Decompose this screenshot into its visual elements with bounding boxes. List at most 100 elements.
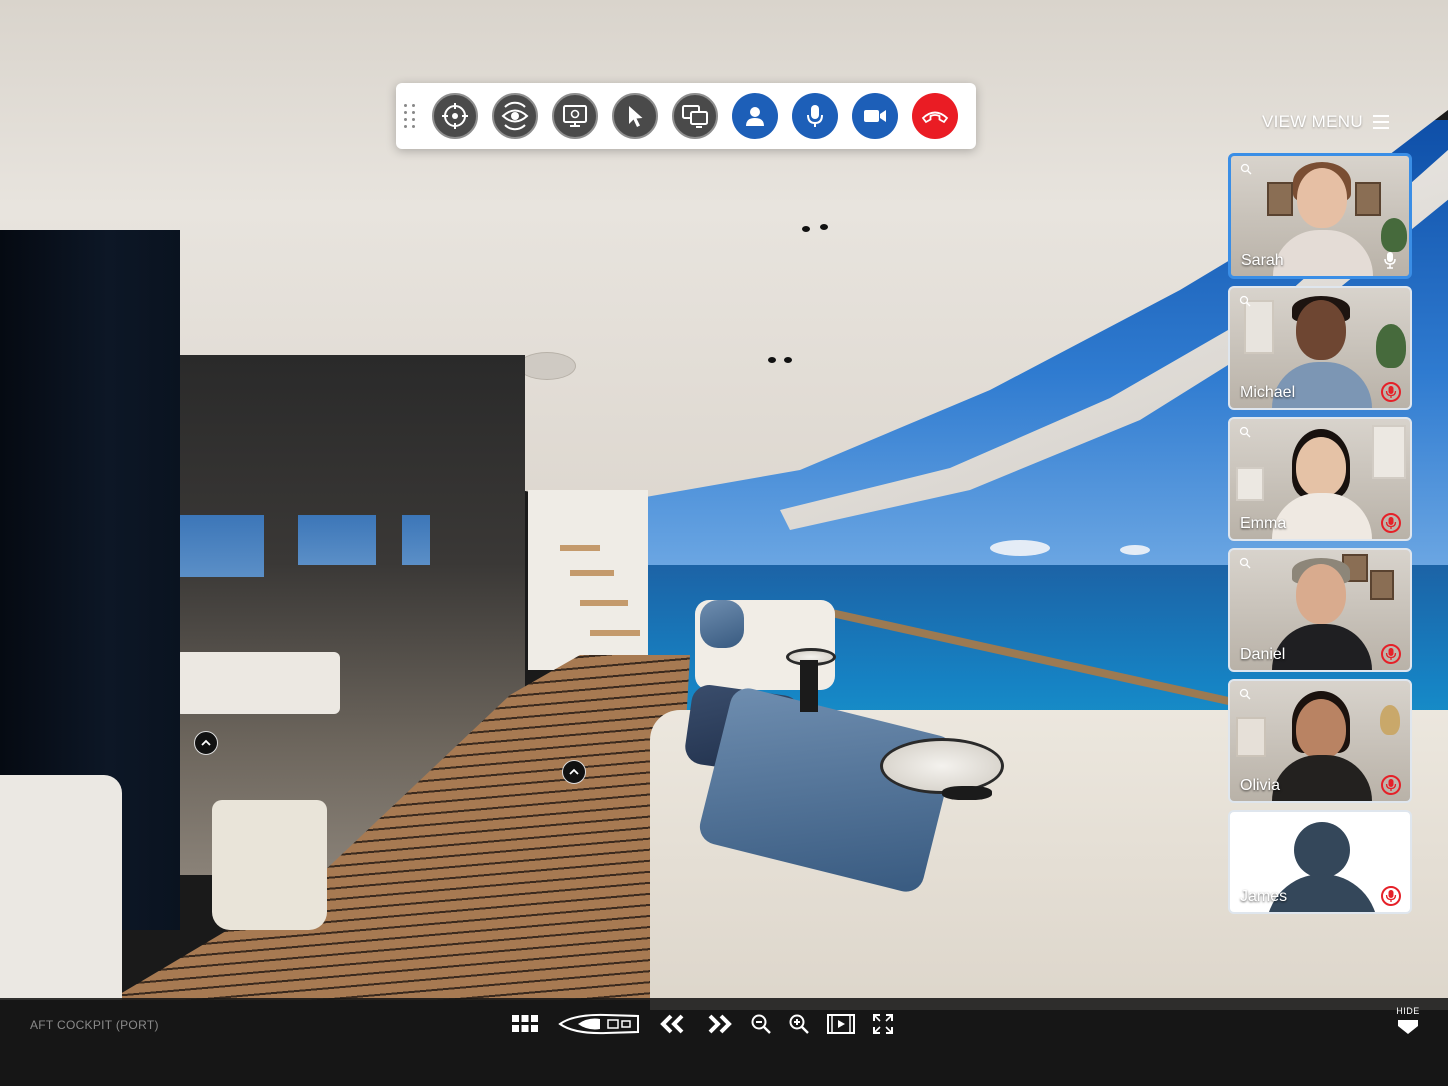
hamburger-icon <box>1372 115 1389 129</box>
window <box>1372 425 1406 479</box>
participant-name: Emma <box>1240 515 1287 532</box>
screen-view-button[interactable] <box>552 93 598 139</box>
shelf <box>1236 717 1266 757</box>
zoom-icon[interactable] <box>1240 163 1252 175</box>
nav-hotspot-salon[interactable] <box>194 731 218 755</box>
muted-microphone-icon <box>1385 386 1397 398</box>
ceiling-speaker <box>518 352 576 380</box>
location-label: AFT COCKPIT (PORT) <box>30 1018 159 1032</box>
participant-tile-james[interactable]: James <box>1228 810 1412 914</box>
shelf <box>1236 467 1264 501</box>
target-button[interactable] <box>432 93 478 139</box>
participant-face <box>1296 564 1346 624</box>
next-icon <box>708 1014 732 1034</box>
muted-microphone-icon <box>1385 517 1397 529</box>
cloud <box>990 540 1050 556</box>
plant <box>1381 218 1407 252</box>
follow-view-button[interactable] <box>492 93 538 139</box>
zoom-icon[interactable] <box>1239 295 1251 307</box>
view-menu-button[interactable]: VIEW MENU <box>1262 112 1389 132</box>
view-menu-label: VIEW MENU <box>1262 112 1363 131</box>
salon-window <box>178 515 264 577</box>
mic-muted-status <box>1381 644 1401 664</box>
plant <box>1376 324 1406 368</box>
participant-name: Michael <box>1240 384 1296 401</box>
mic-muted-status <box>1381 513 1401 533</box>
chevron-up-icon <box>201 739 211 746</box>
participant-face <box>1296 300 1346 360</box>
wall-art <box>1370 570 1394 600</box>
user-icon <box>746 107 764 126</box>
zoom-icon[interactable] <box>1239 557 1251 569</box>
lamp <box>1380 705 1400 735</box>
salon-window <box>402 515 430 565</box>
hide-bar-button[interactable]: HIDE <box>1392 1006 1424 1041</box>
salon-window <box>298 515 376 565</box>
microphone-button[interactable] <box>792 93 838 139</box>
salon-sofa <box>175 652 340 714</box>
participant-tile-sarah[interactable]: Sarah <box>1228 153 1412 279</box>
wall-art <box>1267 182 1293 216</box>
target-icon <box>442 103 468 129</box>
yacht-plan-icon <box>558 1013 639 1035</box>
yacht-plan-button[interactable] <box>556 1012 642 1036</box>
call-toolbar <box>396 83 976 149</box>
pointer-icon <box>629 106 643 127</box>
participant-tile-olivia[interactable]: Olivia <box>1228 679 1412 803</box>
stairs <box>528 490 648 670</box>
zoom-out-icon <box>751 1014 771 1034</box>
avatar-placeholder <box>1294 822 1350 878</box>
fullscreen-icon <box>873 1014 893 1034</box>
nav-hotspot-deck[interactable] <box>562 760 586 784</box>
zoom-icon[interactable] <box>1239 426 1251 438</box>
slideshow-button[interactable] <box>826 1013 856 1035</box>
participant-face <box>1296 437 1346 497</box>
stair-step <box>560 545 600 551</box>
next-scene-button[interactable] <box>704 1013 734 1035</box>
participant-tile-daniel[interactable]: Daniel <box>1228 548 1412 672</box>
grid-view-button[interactable] <box>510 1013 540 1035</box>
participant-face <box>1297 168 1347 228</box>
hide-label: HIDE <box>1396 1006 1420 1016</box>
stair-step <box>590 630 640 636</box>
chevron-up-icon <box>569 768 579 775</box>
video-camera-icon <box>864 110 886 122</box>
screen-share-button[interactable] <box>672 93 718 139</box>
fullscreen-button[interactable] <box>872 1013 894 1035</box>
participant-face <box>1296 699 1346 759</box>
zoom-in-icon <box>789 1014 809 1034</box>
microphone-icon <box>807 105 823 127</box>
cloud <box>1120 545 1150 555</box>
arrow-down-icon <box>1398 1020 1418 1034</box>
participant-tile-emma[interactable]: Emma <box>1228 417 1412 541</box>
participant-name: James <box>1240 888 1288 905</box>
ceiling-light <box>768 357 776 363</box>
mic-muted-status <box>1381 775 1401 795</box>
camera-button[interactable] <box>852 93 898 139</box>
participant-body <box>1273 230 1373 276</box>
zoom-icon[interactable] <box>1239 688 1251 700</box>
previous-icon <box>660 1014 684 1034</box>
zoom-in-button[interactable] <box>788 1013 810 1035</box>
tour-controls <box>510 1011 910 1037</box>
participant-tile-michael[interactable]: Michael <box>1228 286 1412 410</box>
screen-share-icon <box>682 105 708 128</box>
pointer-button[interactable] <box>612 93 658 139</box>
wall-art <box>1355 182 1381 216</box>
coffee-table-base <box>942 786 992 800</box>
bookshelf <box>1244 300 1274 354</box>
mic-muted-status <box>1381 382 1401 402</box>
muted-microphone-icon <box>1385 890 1397 902</box>
participant-body <box>1272 493 1372 539</box>
participant-body <box>1272 755 1372 801</box>
muted-microphone-icon <box>1385 648 1397 660</box>
zoom-out-button[interactable] <box>750 1013 772 1035</box>
grid-icon <box>512 1015 538 1032</box>
participant-button[interactable] <box>732 93 778 139</box>
drag-handle[interactable] <box>404 96 418 136</box>
hang-up-button[interactable] <box>912 93 958 139</box>
previous-scene-button[interactable] <box>658 1013 688 1035</box>
participant-name: Olivia <box>1240 777 1281 794</box>
participant-name: Sarah <box>1241 252 1284 269</box>
tour-control-bar: AFT COCKPIT (PORT) HIDE <box>0 998 1448 1086</box>
